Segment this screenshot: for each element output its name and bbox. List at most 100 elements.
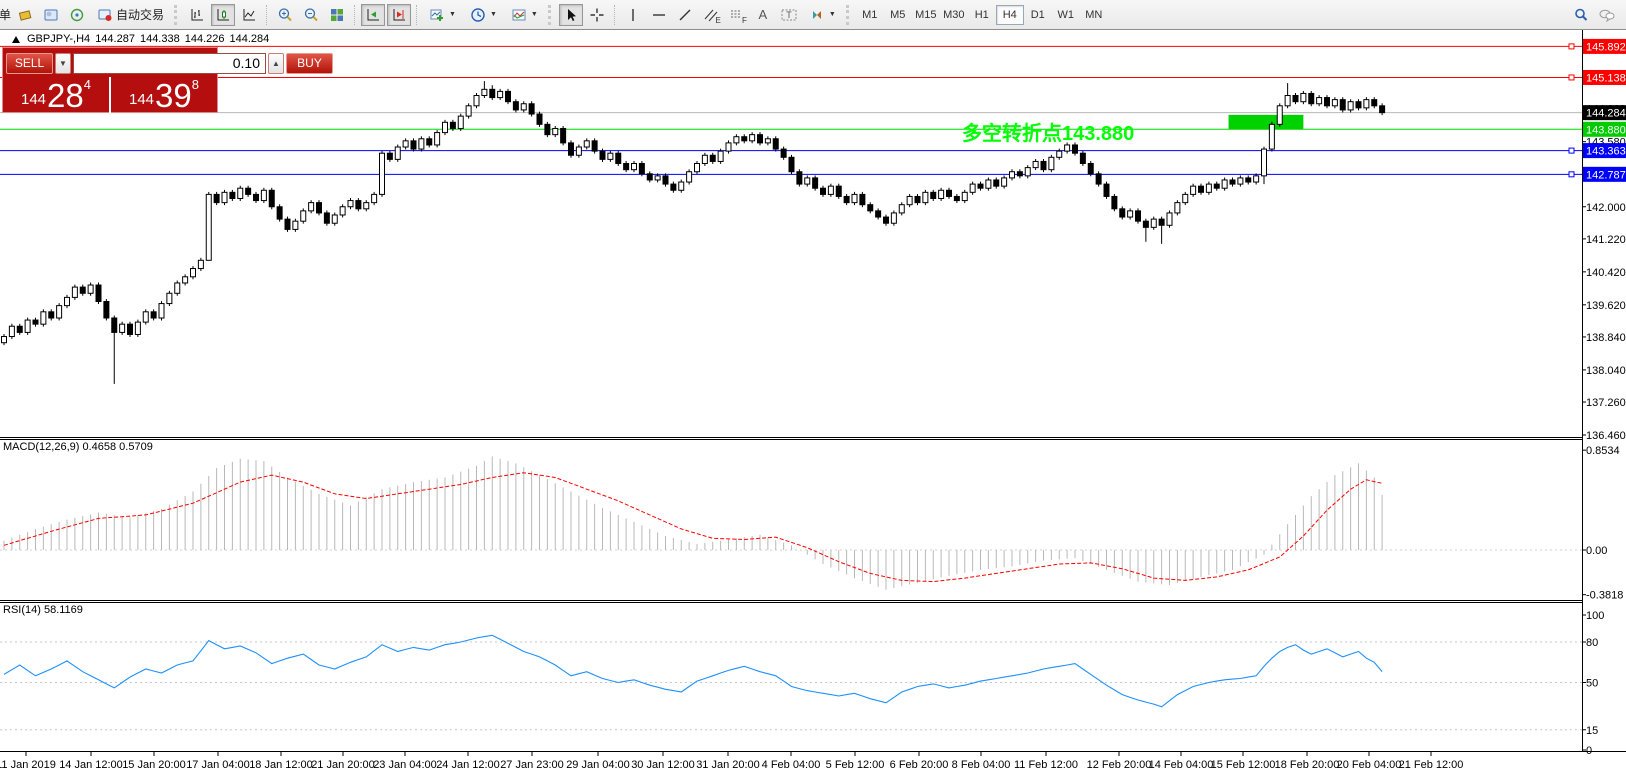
auto-scroll-button[interactable] xyxy=(361,4,385,26)
candle-body xyxy=(718,151,723,161)
templates-button[interactable]: ▼ xyxy=(505,4,544,26)
bar-chart-button[interactable] xyxy=(185,4,209,26)
indicators-icon xyxy=(429,7,445,23)
collapse-panel-icon[interactable] xyxy=(12,36,20,43)
candle-body xyxy=(427,139,432,145)
line-handle[interactable] xyxy=(1569,148,1574,153)
time-axis-label: 18 Feb 20:00 xyxy=(1275,759,1340,771)
toolbar-separator xyxy=(416,5,418,25)
vertical-line-button[interactable] xyxy=(621,4,645,26)
timeframe-h4-button[interactable]: H4 xyxy=(996,5,1024,25)
candle-body xyxy=(261,190,266,200)
candle-body xyxy=(372,194,377,202)
candlestick-chart-button[interactable] xyxy=(211,4,235,26)
text-button[interactable]: A xyxy=(751,4,775,26)
line-handle[interactable] xyxy=(1569,44,1574,49)
time-axis-label: 11 Feb 12:00 xyxy=(1014,759,1078,771)
candle-body xyxy=(151,312,156,318)
candle-body xyxy=(1317,98,1322,104)
volume-input[interactable] xyxy=(73,53,266,74)
candle-body xyxy=(655,176,660,180)
sell-price-big: 28 xyxy=(47,81,84,111)
candle-body xyxy=(277,207,282,219)
chart-shift-button[interactable] xyxy=(387,4,411,26)
auto-scroll-icon xyxy=(365,7,381,23)
autotrading-button[interactable]: 自动交易 xyxy=(91,4,170,26)
candle-body xyxy=(1025,168,1030,176)
candle-body xyxy=(269,190,274,206)
candle-body xyxy=(1262,149,1267,176)
timeframe-m30-button[interactable]: M30 xyxy=(940,5,968,25)
timeframe-m5-button[interactable]: M5 xyxy=(884,5,912,25)
candle-body xyxy=(301,211,306,221)
timeframe-m15-button[interactable]: M15 xyxy=(912,5,940,25)
buy-button[interactable]: BUY xyxy=(286,53,333,74)
candle-body xyxy=(1356,102,1361,108)
candle-body xyxy=(899,205,904,213)
time-axis-label: 11 Jan 2019 xyxy=(0,759,56,771)
rsi-axis-label: 0 xyxy=(1586,745,1592,757)
candle-body xyxy=(1088,163,1093,173)
text-label-button[interactable]: T xyxy=(777,4,801,26)
zoom-in-icon xyxy=(277,7,293,23)
cursor-icon xyxy=(563,7,579,23)
candle-body xyxy=(954,196,959,200)
chart-canvas[interactable]: 144.380143.580142.000141.220140.420139.6… xyxy=(0,0,1626,778)
highlight-rect[interactable] xyxy=(1229,115,1304,129)
candle-body xyxy=(254,194,259,200)
zoom-in-button[interactable] xyxy=(273,4,297,26)
indicators-button[interactable]: ▼ xyxy=(423,4,462,26)
candle-body xyxy=(1293,96,1298,102)
timeframe-m1-button[interactable]: M1 xyxy=(856,5,884,25)
timeframe-w1-button[interactable]: W1 xyxy=(1052,5,1080,25)
crosshair-icon xyxy=(589,7,605,23)
price-tick-label: 142.000 xyxy=(1586,202,1626,214)
candle-body xyxy=(206,194,211,260)
periods-button[interactable]: ▼ xyxy=(464,4,503,26)
trendline-button[interactable] xyxy=(673,4,697,26)
candle-body xyxy=(183,277,188,283)
candle-body xyxy=(513,102,518,110)
timeframe-mn-button[interactable]: MN xyxy=(1080,5,1108,25)
arrows-button[interactable]: ▼ xyxy=(803,4,842,26)
search-button[interactable] xyxy=(1569,4,1593,26)
volume-down-button[interactable]: ▼ xyxy=(55,53,71,74)
chart-annotation[interactable]: 多空转折点143.880 xyxy=(962,117,1134,146)
volume-up-button[interactable]: ▲ xyxy=(268,53,284,74)
crosshair-button[interactable] xyxy=(585,4,609,26)
sell-button[interactable]: SELL xyxy=(6,53,53,74)
line-handle[interactable] xyxy=(1569,172,1574,177)
candle-body xyxy=(191,269,196,277)
line-chart-button[interactable] xyxy=(237,4,261,26)
book-button[interactable] xyxy=(13,4,37,26)
text-label-icon: T xyxy=(780,7,798,23)
timeframe-h1-button[interactable]: H1 xyxy=(968,5,996,25)
time-axis-label: 15 Jan 20:00 xyxy=(122,759,186,771)
new-order-button[interactable]: 单 xyxy=(0,6,12,23)
candle-body xyxy=(1301,93,1306,101)
candle-body xyxy=(88,285,93,293)
candle-body xyxy=(1238,178,1243,184)
zoom-out-button[interactable] xyxy=(299,4,323,26)
candle-body xyxy=(1143,221,1148,227)
candlestick-chart-icon xyxy=(215,7,231,23)
candle-body xyxy=(214,194,219,202)
buy-price[interactable]: 144 39 8 xyxy=(111,77,217,113)
chat-button[interactable] xyxy=(1595,4,1619,26)
tile-windows-button[interactable] xyxy=(325,4,349,26)
candle-body xyxy=(695,163,700,171)
candle-body xyxy=(65,297,70,305)
line-handle[interactable] xyxy=(1569,75,1574,80)
sell-price[interactable]: 144 28 4 xyxy=(3,77,111,113)
candle-body xyxy=(1206,184,1211,192)
chart-window-button[interactable] xyxy=(39,4,63,26)
candle-body xyxy=(317,203,322,213)
signal-button[interactable] xyxy=(65,4,89,26)
candle-body xyxy=(112,318,117,332)
fibonacci-button[interactable]: F xyxy=(725,4,749,26)
svg-text:T: T xyxy=(786,10,792,20)
timeframe-d1-button[interactable]: D1 xyxy=(1024,5,1052,25)
cursor-button[interactable] xyxy=(559,4,583,26)
equidistant-channel-button[interactable]: E xyxy=(699,4,723,26)
horizontal-line-button[interactable] xyxy=(647,4,671,26)
